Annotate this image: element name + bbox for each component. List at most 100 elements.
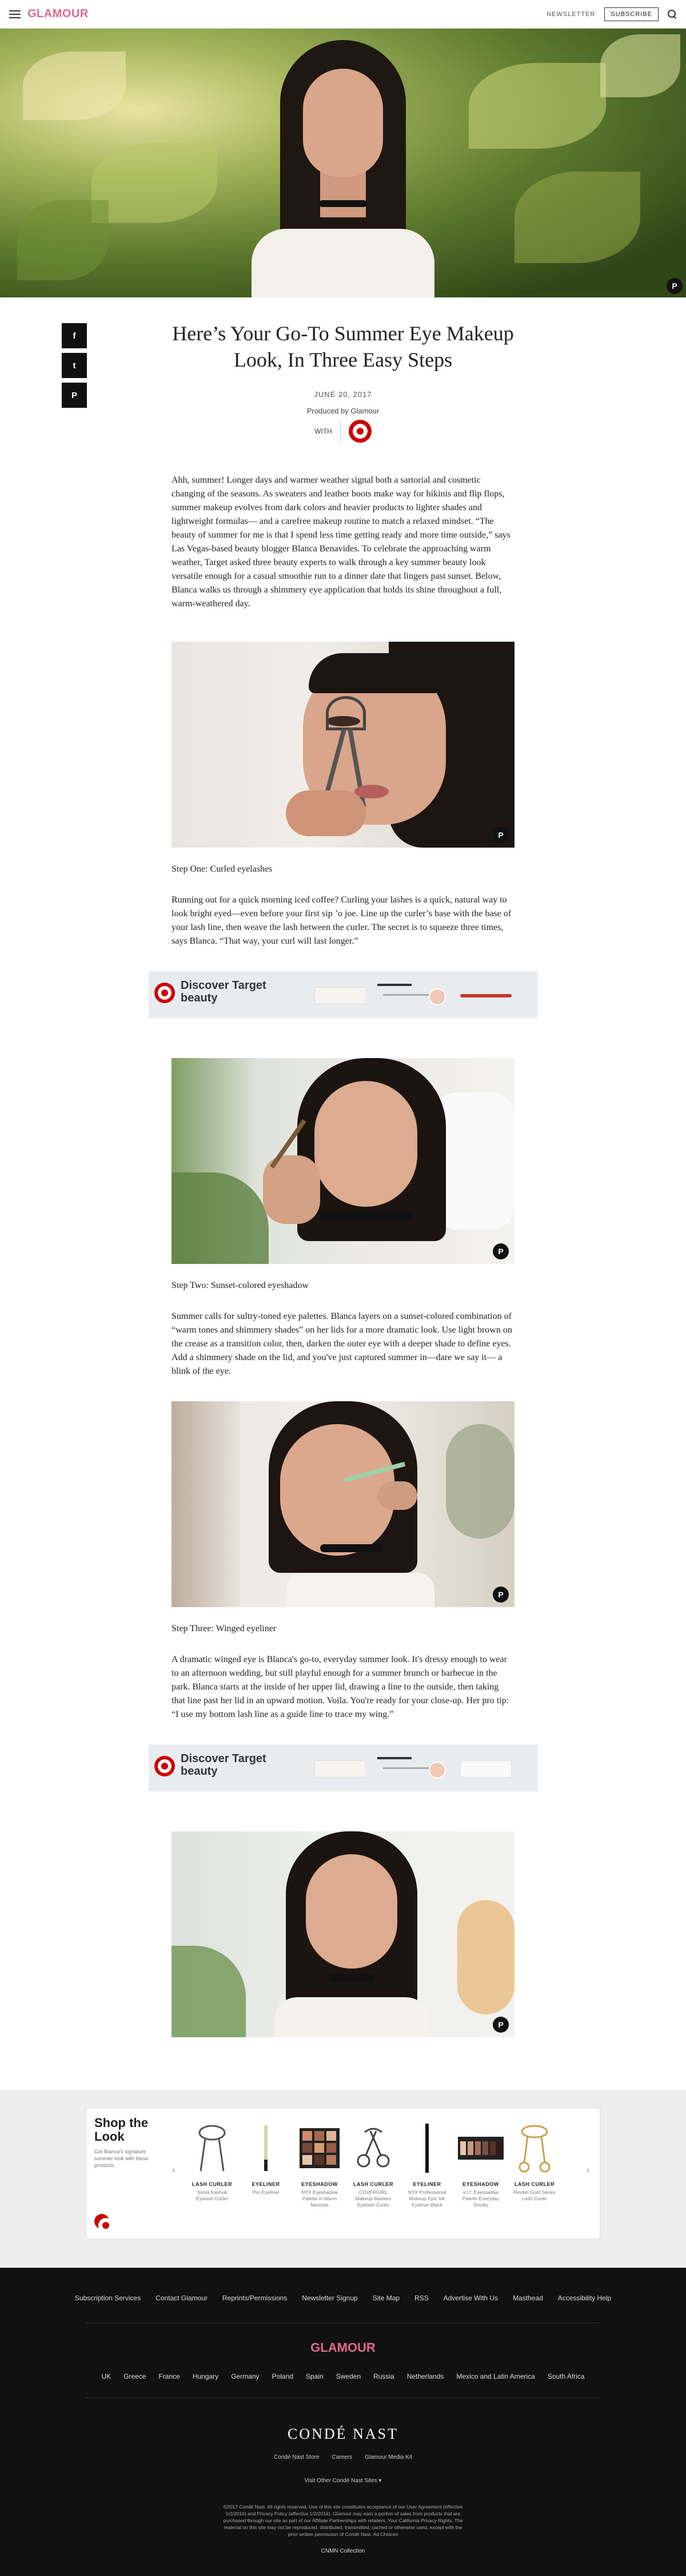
ad-text: Discover Target beauty <box>181 979 266 1004</box>
target-ad-banner[interactable]: Discover Target beauty <box>149 1744 537 1791</box>
edition-link[interactable]: UK <box>101 2372 111 2380</box>
footer-link[interactable]: Contact Glamour <box>155 2294 208 2302</box>
shop-item[interactable]: LASH CURLER Revlon Gold Series Lash Curl… <box>512 2120 557 2208</box>
hero-model <box>252 40 434 297</box>
shop-item-name: COVERGIRL Makeup Masters Eyelash Curler <box>355 2189 392 2208</box>
share-rail: f t P <box>62 323 87 408</box>
eyeliner-image <box>243 2120 289 2177</box>
site-logo[interactable]: GLAMOUR <box>27 7 89 21</box>
edition-link[interactable]: Spain <box>306 2372 324 2380</box>
article-intro: Ahh, summer! Longer days and warmer weat… <box>172 475 510 609</box>
shop-item-name: e.l.f. Eyeshadow Palette Everyday Smoky <box>462 2189 500 2208</box>
edition-link[interactable]: Greece <box>123 2372 146 2380</box>
step-three-caption: Step Three: Winged eyeliner <box>172 1624 277 1633</box>
shop-item[interactable]: LASH CURLER Sonia Kashuk Eyelash Curler <box>189 2120 235 2208</box>
shop-item-name: Revlon Gold Series Lash Curler <box>513 2189 556 2201</box>
target-logo <box>154 983 175 1003</box>
divider <box>340 421 341 442</box>
footer-link[interactable]: Masthead <box>513 2294 543 2302</box>
pinterest-icon[interactable]: P <box>493 2017 509 2033</box>
shop-item-category: LASH CURLER <box>192 2181 232 2187</box>
edition-link[interactable]: Hungary <box>193 2372 218 2380</box>
article-body: Ahh, summer! Longer days and warmer weat… <box>172 474 514 948</box>
conde-link[interactable]: Glamour Media Kit <box>365 2454 412 2460</box>
cnmn-collection[interactable]: CNMN Collection <box>0 2548 686 2554</box>
edition-link[interactable]: Mexico and Latin America <box>456 2372 535 2380</box>
pinterest-icon[interactable]: P <box>493 1243 509 1259</box>
step-two-photo: P <box>172 1058 514 1264</box>
pinterest-icon[interactable]: P <box>493 827 509 843</box>
visit-other-sites-dropdown[interactable]: Visit Other Condé Nast Sites ▾ <box>0 2478 686 2484</box>
conde-link[interactable]: Condé Nast Store <box>274 2454 320 2460</box>
target-logo[interactable] <box>348 420 372 443</box>
article-body-continued: P Step Two: Sunset-colored eyeshadow Sum… <box>172 1058 514 1722</box>
shop-item[interactable]: EYELINER Pixi Eyeliner <box>243 2120 289 2208</box>
shop-item[interactable]: EYESHADOW NYX Eyeshadow Palette in Warm … <box>297 2120 342 2208</box>
target-ad-banner[interactable]: Discover Target beauty <box>149 971 537 1018</box>
carousel-prev-arrow[interactable]: ‹ <box>172 2165 175 2176</box>
footer-link[interactable]: Advertise With Us <box>444 2294 498 2302</box>
conde-nast-links: Condé Nast Store Careers Glamour Media K… <box>0 2454 686 2460</box>
shop-title: Shop the Look <box>94 2116 149 2144</box>
footer-link[interactable]: Subscription Services <box>75 2294 141 2302</box>
twitter-icon[interactable]: t <box>62 353 87 378</box>
footer-link[interactable]: Accessibility Help <box>558 2294 611 2302</box>
lash-curler-image <box>189 2120 235 2177</box>
article-title: Here’s Your Go-To Summer Eye Makeup Look… <box>172 322 514 371</box>
pinterest-icon[interactable]: P <box>493 1587 509 1603</box>
search-icon[interactable] <box>668 10 677 19</box>
shop-item-name: NYX Eyeshadow Palette in Warm Neutrals <box>301 2189 338 2208</box>
step-one-photo: P <box>172 642 514 848</box>
edition-link[interactable]: Poland <box>272 2372 293 2380</box>
footer-link[interactable]: RSS <box>414 2294 429 2302</box>
lash-curler-image <box>350 2120 396 2177</box>
shop-item[interactable]: EYESHADOW e.l.f. Eyeshadow Palette Every… <box>458 2120 504 2208</box>
shop-subtitle: Get Blanca's signature summer look with … <box>94 2149 149 2168</box>
edition-link[interactable]: Germany <box>231 2372 259 2380</box>
target-logo[interactable] <box>94 2214 113 2233</box>
shop-the-look-module: Shop the Look Get Blanca's signature sum… <box>86 2108 600 2239</box>
shop-items: LASH CURLER Sonia Kashuk Eyelash Curler … <box>189 2120 557 2208</box>
shop-item-name: Sonia Kashuk Eyelash Curler <box>196 2189 228 2201</box>
chevron-down-icon: ▾ <box>378 2478 382 2484</box>
pinterest-icon[interactable]: P <box>62 383 87 408</box>
shop-the-look-section: Shop the Look Get Blanca's signature sum… <box>0 2090 686 2268</box>
ad-text: Discover Target beauty <box>181 1752 266 1778</box>
article-body-final: P <box>172 1831 514 2037</box>
carousel-next-arrow[interactable]: › <box>587 2165 589 2176</box>
shop-item-category: LASH CURLER <box>514 2181 555 2187</box>
step-one-caption: Step One: Curled eyelashes <box>172 864 273 874</box>
site-header: GLAMOUR NEWSLETTER SUBSCRIBE <box>0 0 686 29</box>
footer-link[interactable]: Newsletter Signup <box>302 2294 357 2302</box>
edition-link[interactable]: South Africa <box>548 2372 585 2380</box>
edition-link[interactable]: Sweden <box>336 2372 361 2380</box>
subscribe-button[interactable]: SUBSCRIBE <box>604 7 659 21</box>
shop-item-category: EYESHADOW <box>462 2181 499 2187</box>
hero-image: P <box>0 29 686 297</box>
edition-link[interactable]: Netherlands <box>407 2372 444 2380</box>
conde-link[interactable]: Careers <box>332 2454 353 2460</box>
shop-item-category: LASH CURLER <box>353 2181 393 2187</box>
edition-link[interactable]: Russia <box>373 2372 394 2380</box>
footer-link[interactable]: Reprints/Permissions <box>222 2294 287 2302</box>
edition-link[interactable]: France <box>158 2372 180 2380</box>
pinterest-icon[interactable]: P <box>667 278 683 294</box>
shop-item-name: NYX Professional Makeup Epic Ink Eyeline… <box>408 2189 446 2208</box>
shop-item-category: EYELINER <box>252 2181 280 2187</box>
with-label: WITH <box>314 427 332 435</box>
footer-link[interactable]: Site Map <box>373 2294 400 2302</box>
facebook-icon[interactable]: f <box>62 323 87 348</box>
header-actions: NEWSLETTER SUBSCRIBE <box>547 0 677 29</box>
shop-item[interactable]: EYELINER NYX Professional Makeup Epic In… <box>404 2120 450 2208</box>
eyeliner-image <box>404 2120 450 2177</box>
newsletter-link[interactable]: NEWSLETTER <box>547 11 595 18</box>
menu-icon[interactable] <box>9 10 21 18</box>
shop-item-name: Pixi Eyeliner <box>252 2189 280 2195</box>
shop-item-category: EYELINER <box>413 2181 441 2187</box>
footer-logo[interactable]: GLAMOUR <box>0 2340 686 2355</box>
shop-item[interactable]: LASH CURLER COVERGIRL Makeup Masters Eye… <box>350 2120 396 2208</box>
legal-text: ©2017 Condé Nast. All rights reserved. U… <box>223 2504 463 2537</box>
ad-products <box>314 981 526 1008</box>
step-two-caption: Step Two: Sunset-colored eyeshadow <box>172 1281 309 1290</box>
conde-nast-logo[interactable]: CONDÉ NAST <box>0 2426 686 2443</box>
